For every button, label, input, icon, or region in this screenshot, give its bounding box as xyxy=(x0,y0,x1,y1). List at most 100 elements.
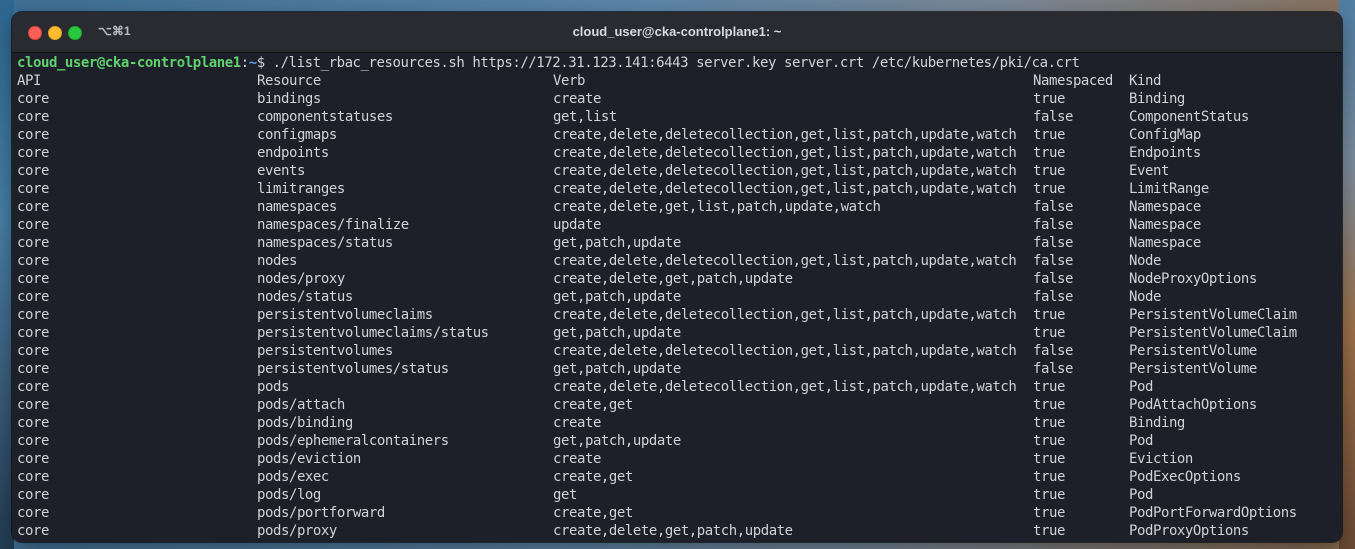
cell-resource: componentstatuses xyxy=(257,109,393,125)
cell-api: core xyxy=(17,181,49,197)
command-text: ./list_rbac_resources.sh https://172.31.… xyxy=(272,55,1080,71)
cell-verb: create,delete,deletecollection,get,list,… xyxy=(553,145,1017,161)
cell-resource: pods xyxy=(257,379,289,395)
cell-api: core xyxy=(17,109,49,125)
cell-verb: get,list xyxy=(553,109,617,125)
cell-verb: create,delete,deletecollection,get,list,… xyxy=(553,307,1017,323)
cell-kind: PersistentVolumeClaim xyxy=(1129,325,1297,341)
cell-api: core xyxy=(17,451,49,467)
cell-namespaced: true xyxy=(1033,415,1065,431)
cell-kind: PersistentVolume xyxy=(1129,361,1257,377)
cell-namespaced: true xyxy=(1033,325,1065,341)
cell-namespaced: false xyxy=(1033,253,1073,269)
cell-kind: Binding xyxy=(1129,415,1185,431)
cell-resource: pods/proxy xyxy=(257,523,337,539)
cell-resource: namespaces/finalize xyxy=(257,217,409,233)
table-row: core nodes/status get,patch,update false Nod… xyxy=(17,288,1342,306)
table-row: core pods/attach create,get true PodAttachOp… xyxy=(17,396,1342,414)
cell-kind: PodAttachOptions xyxy=(1129,397,1257,413)
cell-verb: create,delete,deletecollection,get,list,… xyxy=(553,127,1017,143)
cell-verb: create,get xyxy=(553,397,633,413)
cell-resource: pods/binding xyxy=(257,415,353,431)
cell-verb: create,get xyxy=(553,505,633,521)
cell-api: core xyxy=(17,253,49,269)
cell-api: core xyxy=(17,271,49,287)
cell-verb: create xyxy=(553,91,601,107)
command-prompt-line: cloud_user@cka-controlplane1:~$ ./list_r… xyxy=(17,53,1342,72)
cell-kind: Event xyxy=(1129,163,1169,179)
cell-api: core xyxy=(17,217,49,233)
cell-namespaced: true xyxy=(1033,163,1065,179)
table-row: core configmaps create,delete,deletecollec… xyxy=(17,126,1342,144)
cell-namespaced: false xyxy=(1033,289,1073,305)
cell-verb: create,delete,get,patch,update xyxy=(553,523,793,539)
table-row: core endpoints create,delete,deletecollect… xyxy=(17,144,1342,162)
cell-resource: nodes/status xyxy=(257,289,353,305)
cell-namespaced: false xyxy=(1033,361,1073,377)
cell-resource: persistentvolumeclaims/status xyxy=(257,325,489,341)
terminal-window[interactable]: ⌥⌘1 cloud_user@cka-controlplane1: ~ clou… xyxy=(12,12,1342,542)
table-row: core nodes create,delete,deletecollection,… xyxy=(17,252,1342,270)
cell-namespaced: true xyxy=(1033,523,1065,539)
cell-api: core xyxy=(17,433,49,449)
header-api: API xyxy=(17,73,41,89)
table-header-row: API Resource Verb Namespaced Kind xyxy=(17,72,1342,90)
cell-verb: create,delete,deletecollection,get,list,… xyxy=(553,343,1017,359)
table-row: core pods/eviction create true Eviction xyxy=(17,450,1342,468)
prompt-path: ~ xyxy=(248,55,257,71)
cell-kind: Namespace xyxy=(1129,199,1201,215)
prompt-separator: : xyxy=(240,55,249,71)
cell-resource: bindings xyxy=(257,91,321,107)
cell-kind: PersistentVolume xyxy=(1129,343,1257,359)
cell-api: core xyxy=(17,307,49,323)
cell-api: core xyxy=(17,343,49,359)
cell-api: core xyxy=(17,523,49,539)
cell-resource: endpoints xyxy=(257,145,329,161)
cell-namespaced: true xyxy=(1033,307,1065,323)
cell-kind: Eviction xyxy=(1129,451,1193,467)
cell-kind: Node xyxy=(1129,289,1161,305)
cell-verb: get,patch,update xyxy=(553,325,681,341)
cell-kind: PodPortForwardOptions xyxy=(1129,505,1297,521)
table-row: core events create,delete,deletecollection… xyxy=(17,162,1342,180)
cell-verb: create,delete,deletecollection,get,list,… xyxy=(553,379,1017,395)
cell-namespaced: true xyxy=(1033,451,1065,467)
cell-api: core xyxy=(17,289,49,305)
cell-namespaced: false xyxy=(1033,235,1073,251)
cell-namespaced: true xyxy=(1033,379,1065,395)
table-row: core persistentvolumeclaims/status get,pat… xyxy=(17,324,1342,342)
cell-api: core xyxy=(17,127,49,143)
cell-api: core xyxy=(17,325,49,341)
cell-api: core xyxy=(17,397,49,413)
table-row: core pods/ephemeralcontainers get,patch,up… xyxy=(17,432,1342,450)
table-row: core pods/portforward create,get true PodPor… xyxy=(17,504,1342,522)
cell-verb: create,get xyxy=(553,469,633,485)
cell-resource: nodes xyxy=(257,253,297,269)
table-row: core persistentvolumes create,delete,delet… xyxy=(17,342,1342,360)
table-row: core limitranges create,delete,deletecolle… xyxy=(17,180,1342,198)
cell-verb: create xyxy=(553,415,601,431)
title-bar[interactable]: ⌥⌘1 cloud_user@cka-controlplane1: ~ xyxy=(12,12,1342,53)
cell-kind: NodeProxyOptions xyxy=(1129,271,1257,287)
terminal-output[interactable]: cloud_user@cka-controlplane1:~$ ./list_r… xyxy=(17,53,1342,542)
cell-verb: get,patch,update xyxy=(553,433,681,449)
cell-namespaced: true xyxy=(1033,397,1065,413)
table-row: core nodes/proxy create,delete,get,patch,u… xyxy=(17,270,1342,288)
table-row: core namespaces/finalize update false Namesp… xyxy=(17,216,1342,234)
table-row: core persistentvolumeclaims create,delete,… xyxy=(17,306,1342,324)
cell-kind: PersistentVolumeClaim xyxy=(1129,307,1297,323)
cell-namespaced: true xyxy=(1033,469,1065,485)
cell-resource: namespaces xyxy=(257,199,337,215)
cell-resource: configmaps xyxy=(257,127,337,143)
cell-namespaced: false xyxy=(1033,271,1073,287)
cell-resource: persistentvolumes/status xyxy=(257,361,449,377)
cell-resource: pods/ephemeralcontainers xyxy=(257,433,449,449)
table-row: core persistentvolumes/status get,patch,up… xyxy=(17,360,1342,378)
header-verb: Verb xyxy=(553,73,585,89)
cell-resource: pods/log xyxy=(257,487,321,503)
header-resource: Resource xyxy=(257,73,321,89)
cell-api: core xyxy=(17,163,49,179)
cell-api: core xyxy=(17,91,49,107)
table-row: core namespaces/status get,patch,update fal… xyxy=(17,234,1342,252)
cell-namespaced: true xyxy=(1033,505,1065,521)
